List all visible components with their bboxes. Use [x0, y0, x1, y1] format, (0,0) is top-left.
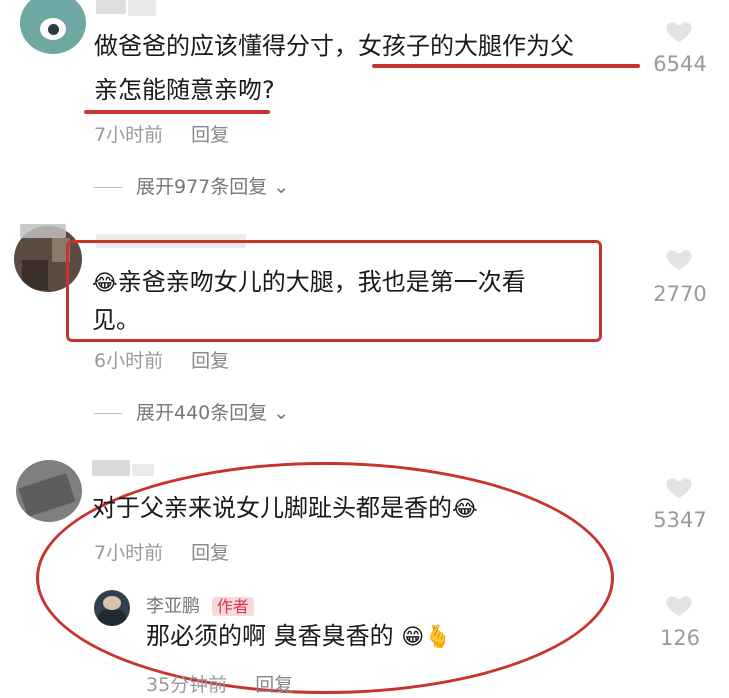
reply-button[interactable]: 回复	[191, 350, 229, 372]
chevron-down-icon: ⌄	[267, 402, 290, 424]
red-underline-annotation	[372, 64, 640, 68]
reply-button[interactable]: 回复	[191, 542, 229, 564]
blurred-username	[20, 224, 66, 238]
blurred-username	[92, 460, 130, 476]
comment-meta: 6小时前 回复	[94, 346, 229, 373]
laughing-tears-emoji: 😂	[452, 497, 478, 522]
author-name[interactable]: 李亚鹏	[146, 596, 200, 617]
sub-reply-header: 李亚鹏 作者	[146, 592, 254, 618]
chevron-down-icon: ⌄	[267, 176, 290, 198]
like-count: 5347	[653, 508, 707, 532]
comment-meta: 7小时前 回复	[94, 538, 229, 565]
comment-text: 做爸爸的应该懂得分寸，女孩子的大腿作为父 亲怎能随意亲吻?	[94, 32, 574, 104]
heart-icon[interactable]	[664, 16, 694, 46]
expand-replies-button[interactable]: 展开977条回复 ⌄	[94, 172, 289, 199]
comment-text: 对于父亲来说女儿脚趾头都是香的😂	[92, 494, 478, 522]
heart-icon[interactable]	[664, 244, 694, 274]
timestamp: 7小时前	[94, 124, 164, 146]
reply-button[interactable]: 回复	[255, 674, 293, 696]
like-count: 126	[659, 626, 701, 650]
avatar[interactable]	[16, 460, 82, 522]
author-tag: 作者	[211, 597, 254, 616]
avatar[interactable]	[94, 590, 130, 626]
comment-meta: 7小时前 回复	[94, 120, 229, 147]
laughing-tears-emoji: 😂	[92, 271, 118, 296]
sub-reply-meta: 35分钟前 回复	[146, 670, 293, 697]
comment-text: 😂亲爸亲吻女儿的大腿，我也是第一次看 见。	[92, 268, 526, 334]
sub-reply-text: 那必须的啊 臭香臭香的 😁🫰	[146, 622, 452, 650]
expand-replies-button[interactable]: 展开440条回复 ⌄	[94, 398, 289, 425]
like-count: 2770	[653, 282, 707, 306]
like-count: 6544	[653, 52, 707, 76]
grin-emoji: 😁	[401, 625, 425, 650]
heart-icon[interactable]	[664, 472, 694, 502]
heart-icon[interactable]	[664, 590, 694, 620]
timestamp: 6小时前	[94, 350, 164, 372]
blurred-username	[96, 0, 126, 14]
finger-heart-emoji: 🫰	[424, 625, 452, 650]
avatar[interactable]	[20, 0, 86, 54]
timestamp: 35分钟前	[146, 674, 228, 696]
red-underline-annotation	[84, 110, 270, 114]
timestamp: 7小时前	[94, 542, 164, 564]
reply-button[interactable]: 回复	[191, 124, 229, 146]
